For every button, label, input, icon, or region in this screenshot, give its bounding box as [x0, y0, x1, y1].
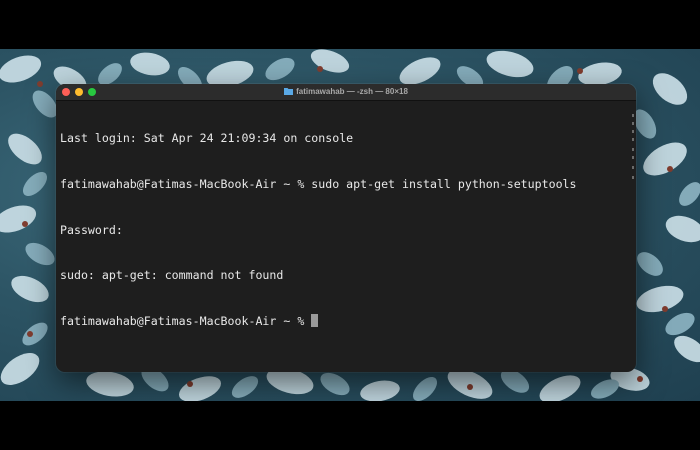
- letterbox-bottom: [0, 401, 700, 450]
- terminal-prompt-line[interactable]: fatimawahab@Fatimas-MacBook-Air ~ %: [60, 313, 630, 329]
- window-title-group: fatimawahab — -zsh — 80×18: [56, 84, 636, 100]
- terminal-line: Password:: [60, 222, 123, 237]
- title-bar[interactable]: fatimawahab — -zsh — 80×18: [56, 84, 636, 101]
- folder-icon: [284, 87, 294, 95]
- prompt-text: fatimawahab@Fatimas-MacBook-Air ~ %: [60, 313, 312, 328]
- terminal-window[interactable]: fatimawahab — -zsh — 80×18 Last login: S…: [56, 84, 636, 372]
- terminal-line: Last login: Sat Apr 24 21:09:34 on conso…: [60, 131, 354, 146]
- terminal-line: fatimawahab@Fatimas-MacBook-Air ~ % sudo…: [60, 177, 577, 191]
- terminal-output[interactable]: Last login: Sat Apr 24 21:09:34 on conso…: [60, 101, 630, 369]
- letterbox-top: [0, 0, 700, 49]
- window-title: fatimawahab — -zsh — 80×18: [296, 87, 408, 96]
- block-cursor: [311, 313, 319, 327]
- scrollbar-markers[interactable]: [632, 104, 634, 254]
- terminal-line: sudo: apt-get: command not found: [60, 268, 284, 283]
